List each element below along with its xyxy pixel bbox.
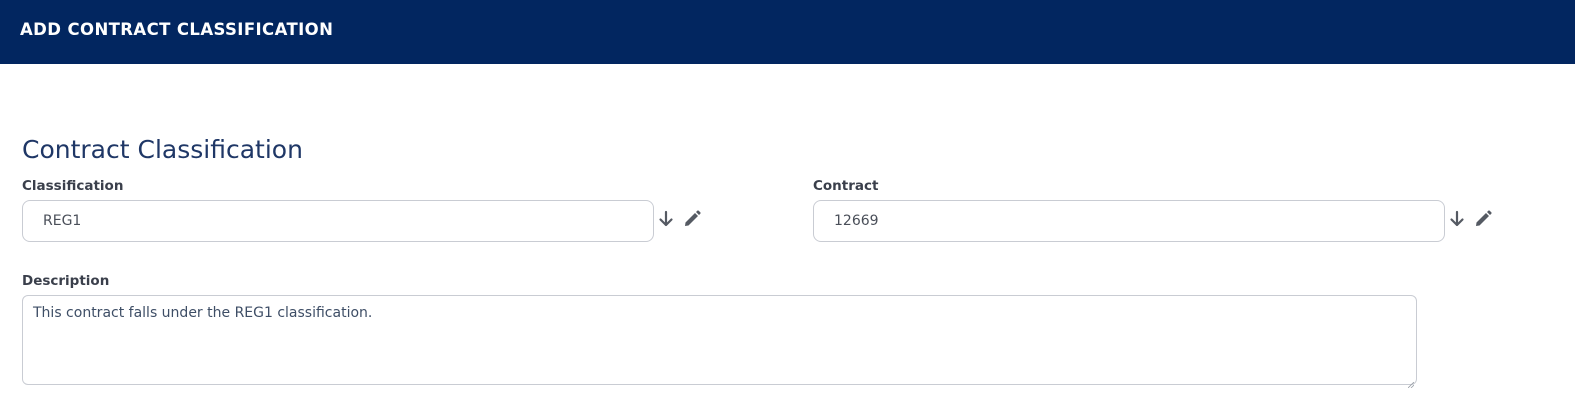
classification-input[interactable]: REG1 — [22, 200, 654, 242]
contract-edit-pencil-icon[interactable] — [1473, 209, 1493, 229]
description-text: This contract falls under the REG1 class… — [33, 305, 373, 321]
description-textarea[interactable]: This contract falls under the REG1 class… — [22, 295, 1417, 389]
contract-label: Contract — [813, 178, 879, 194]
classification-edit-pencil-icon[interactable] — [682, 209, 702, 229]
header-bar: ADD CONTRACT CLASSIFICATION — [0, 0, 1575, 64]
contract-lookup-arrow-down-icon[interactable] — [1447, 209, 1467, 229]
page-title: ADD CONTRACT CLASSIFICATION — [20, 20, 334, 39]
classification-label: Classification — [22, 178, 124, 194]
contract-input[interactable]: 12669 — [813, 200, 1445, 242]
classification-lookup-arrow-down-icon[interactable] — [656, 209, 676, 229]
resize-handle-icon[interactable] — [1407, 376, 1415, 389]
description-label: Description — [22, 273, 110, 289]
section-title: Contract Classification — [22, 135, 303, 164]
